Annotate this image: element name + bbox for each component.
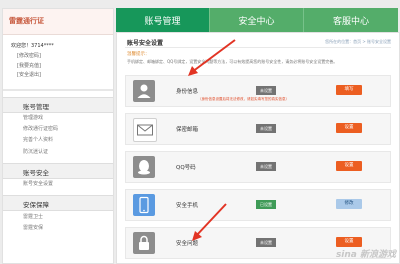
menu-item-change-password[interactable]: 修改通行证密码: [23, 124, 58, 135]
tab-label: 安全中心: [238, 17, 275, 27]
main-panel: 账号安全设置 您所在的位置：首页 > 账号安全设置 温馨提示： 手机绑定、邮箱绑…: [116, 32, 400, 264]
menu-item-protection[interactable]: 雷霆安保: [23, 223, 43, 234]
set-qq-button[interactable]: 设置: [336, 161, 362, 171]
tab-label: 客服中心: [332, 17, 369, 27]
top-tabs: 账号管理 安全中心 客服中心: [116, 8, 398, 32]
account-security-menu: 账号安全设置: [23, 179, 53, 190]
lock-icon: [133, 232, 155, 254]
mail-icon: [133, 118, 157, 142]
sidebar: 雷霆通行证 欢迎您！3714**** [修改密码] [我要充值] [安全退出] …: [2, 8, 114, 264]
status-badge: 未设置: [256, 124, 276, 133]
security-row-email: 保密邮箱 未设置 设置: [125, 113, 391, 145]
user-icon: [133, 80, 155, 102]
security-guarantee-menu: 雷霆卫士 雷霆安保: [23, 212, 43, 234]
section-security-guarantee: 安保保障: [3, 195, 113, 211]
set-question-button[interactable]: 设置: [336, 237, 362, 247]
brand-title: 雷霆通行证: [9, 17, 44, 25]
annotation-arrow-question: [192, 203, 227, 241]
menu-item-anti-addiction[interactable]: 防沉迷认证: [23, 147, 58, 158]
breadcrumb[interactable]: 您所在的位置：首页 > 账号安全设置: [325, 39, 391, 45]
modify-phone-button[interactable]: 修改: [336, 199, 362, 209]
status-badge: 未设置: [256, 162, 276, 171]
page-title: 账号安全设置: [127, 40, 164, 47]
section-title: 账号安全: [23, 169, 49, 177]
watermark-logo: sina 新浪游戏: [335, 250, 396, 260]
tab-customer-service[interactable]: 客服中心: [304, 8, 398, 32]
account-management-menu: 管理游戏 修改通行证密码 完善个人资料 防沉迷认证: [23, 113, 58, 158]
phone-icon: [133, 194, 155, 216]
status-badge: 已设置: [256, 200, 276, 209]
tab-label: 账号管理: [144, 17, 181, 27]
recharge-link[interactable]: [我要充值]: [17, 62, 41, 72]
annotation-arrow-identity: [188, 39, 236, 76]
divider: [3, 89, 113, 91]
section-title: 安保保障: [23, 201, 49, 209]
status-badge: 未设置: [256, 238, 276, 247]
menu-item-profile[interactable]: 完善个人资料: [23, 135, 58, 146]
section-account-security: 账号安全: [3, 163, 113, 179]
account-links: [修改密码] [我要充值] [安全退出]: [17, 52, 41, 81]
qq-icon: [133, 156, 155, 178]
tip-text: 手机绑定、邮箱绑定、QQ号绑定，设置安全问题等方法，可以有效提高您的账号安全性，…: [127, 59, 338, 64]
logout-link[interactable]: [安全退出]: [17, 71, 41, 81]
section-account-management: 账号管理: [3, 97, 113, 113]
menu-item-guard[interactable]: 雷霆卫士: [23, 212, 43, 223]
set-email-button[interactable]: 设置: [336, 123, 362, 133]
identity-note: （身份信息设置后将无法修改，请如实填写您的真实信息）: [198, 97, 289, 101]
tip-label: 温馨提示：: [127, 52, 150, 57]
section-title: 账号管理: [23, 103, 49, 111]
status-badge: 未设置: [256, 86, 276, 95]
title-divider: [125, 47, 391, 48]
menu-item-security-settings[interactable]: 账号安全设置: [23, 179, 53, 190]
tab-account-management[interactable]: 账号管理: [116, 8, 210, 32]
brand-header: 雷霆通行证: [3, 9, 113, 35]
item-name: QQ号码: [176, 165, 196, 171]
tab-security-center[interactable]: 安全中心: [210, 8, 304, 32]
change-password-link[interactable]: [修改密码]: [17, 52, 41, 62]
item-name: 保密邮箱: [176, 127, 199, 133]
welcome-text: 欢迎您！3714****: [11, 43, 54, 49]
security-row-identity: 身份信息 未设置 填写 （身份信息设置后将无法修改，请如实填写您的真实信息）: [125, 75, 391, 107]
security-row-qq: QQ号码 未设置 设置: [125, 151, 391, 183]
menu-item-manage-games[interactable]: 管理游戏: [23, 113, 58, 124]
fill-in-button[interactable]: 填写: [336, 85, 362, 95]
item-name: 身份信息: [176, 89, 199, 95]
security-row-phone: 安全手机 已设置 修改: [125, 189, 391, 221]
